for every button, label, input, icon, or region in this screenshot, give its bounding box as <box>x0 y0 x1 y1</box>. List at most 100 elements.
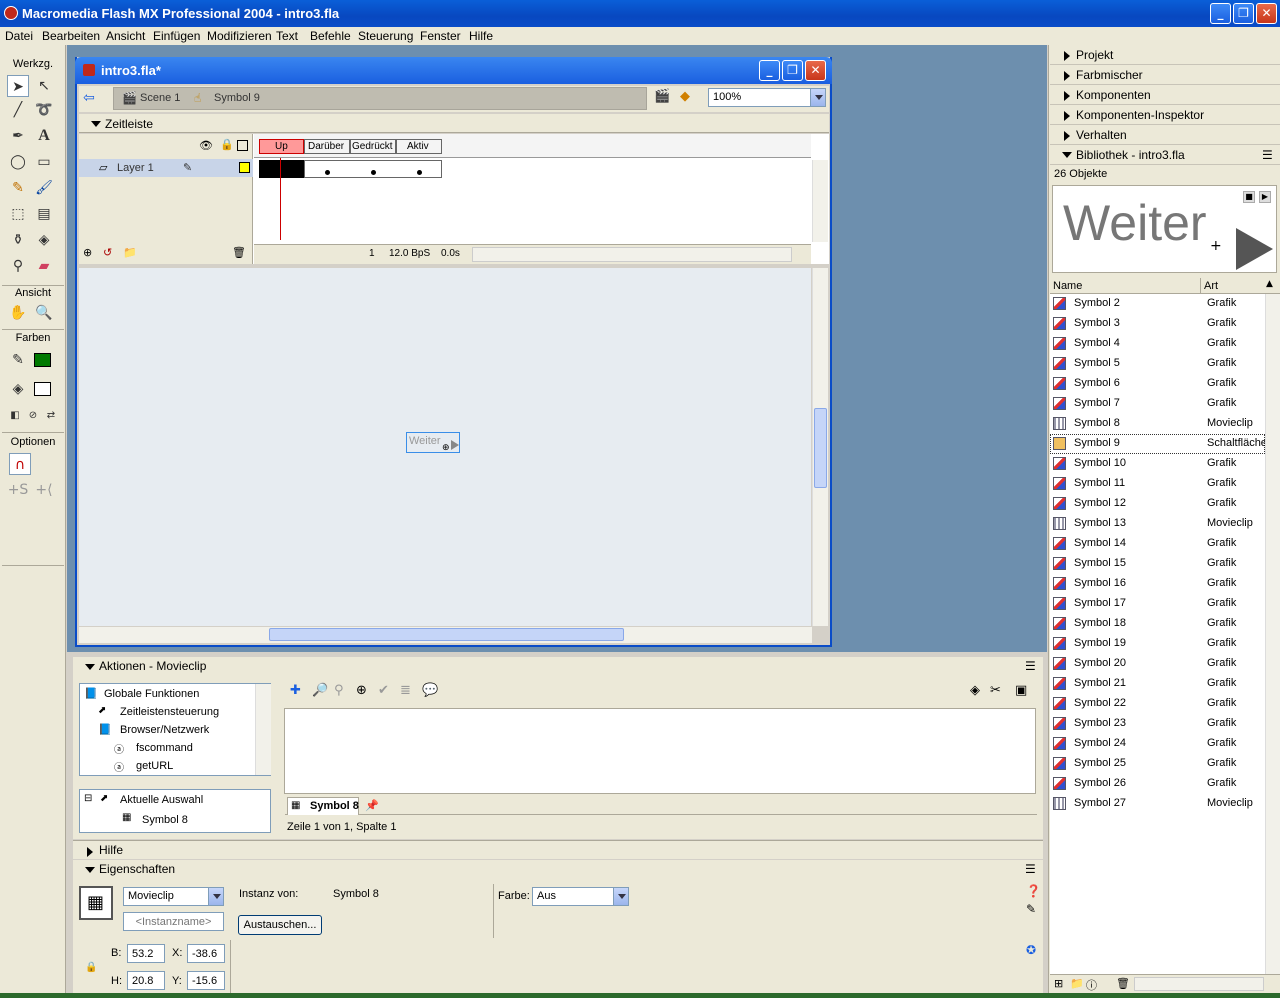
stage-vscroll[interactable] <box>812 268 828 626</box>
edit-symbols-icon[interactable]: ◆ <box>680 89 702 109</box>
frame-label-up[interactable]: Up <box>259 139 304 154</box>
frame-label-hit[interactable]: Aktiv <box>396 139 442 154</box>
new-folder-icon[interactable]: 📁 <box>1070 977 1084 990</box>
tree-item[interactable]: 📘 Globale Funktionen <box>84 686 254 703</box>
text-tool-icon[interactable]: A <box>33 125 55 147</box>
add-statement-icon[interactable]: ✚ <box>290 683 301 698</box>
swap-colors-icon[interactable]: ⇄ <box>40 405 62 427</box>
auto-format-icon[interactable]: ≣ <box>400 683 411 698</box>
collapse-icon[interactable]: ⊟ <box>84 793 92 804</box>
current-selection-label[interactable]: Aktuelle Auswahl <box>120 794 203 806</box>
minimize-button[interactable]: _ <box>1210 3 1231 24</box>
library-row[interactable]: Symbol 7 Grafik <box>1050 394 1265 414</box>
eraser-tool-icon[interactable]: ▰ <box>33 255 55 277</box>
library-hscroll[interactable] <box>1134 977 1264 991</box>
menu-einfuegen[interactable]: Einfügen <box>153 29 200 43</box>
add-layer-icon[interactable]: ⊕ <box>83 246 92 259</box>
library-row[interactable]: Symbol 17 Grafik <box>1050 594 1265 614</box>
library-row[interactable]: Symbol 23 Grafik <box>1050 714 1265 734</box>
timeline-header[interactable]: Zeitleiste <box>79 114 829 133</box>
eyedropper-tool-icon[interactable]: ⚲ <box>7 255 29 277</box>
swap-button[interactable]: Austauschen... <box>238 915 322 935</box>
smooth-icon[interactable]: +S <box>7 479 29 501</box>
menu-hilfe[interactable]: Hilfe <box>469 29 493 43</box>
panel-bibliothek[interactable]: Bibliothek - intro3.fla ☰ <box>1050 145 1280 165</box>
column-name[interactable]: Name <box>1053 280 1082 292</box>
actions-header[interactable]: Aktionen - Movieclip ☰ <box>73 657 1043 676</box>
layer-color-swatch[interactable] <box>239 162 250 173</box>
stage-hscroll[interactable] <box>79 627 812 643</box>
properties-header[interactable]: Eigenschaften ☰ <box>73 860 1043 879</box>
menu-befehle[interactable]: Befehle <box>310 29 351 43</box>
panel-menu-icon[interactable]: ☰ <box>1025 862 1036 876</box>
actions-tree-vscroll[interactable] <box>255 684 271 775</box>
tree-item[interactable]: ⬈ Zeitleistensteuerung <box>98 704 254 721</box>
library-row[interactable]: Symbol 4 Grafik <box>1050 334 1265 354</box>
zoom-tool-icon[interactable]: 🔍 <box>33 302 55 324</box>
library-row[interactable]: Symbol 22 Grafik <box>1050 694 1265 714</box>
tab-symbol-8[interactable]: ▦ Symbol 8 <box>287 797 359 815</box>
zoom-select[interactable]: 100% <box>708 88 826 107</box>
menu-bearbeiten[interactable]: Bearbeiten <box>42 29 100 43</box>
x-field[interactable] <box>187 944 225 963</box>
tree-item[interactable]: 📘 Browser/Netzwerk <box>98 722 254 739</box>
straighten-icon[interactable]: +⟨ <box>33 479 55 501</box>
library-row[interactable]: Symbol 25 Grafik <box>1050 754 1265 774</box>
rectangle-tool-icon[interactable]: ▭ <box>33 151 55 173</box>
menu-ansicht[interactable]: Ansicht <box>106 29 145 43</box>
panel-farbmischer[interactable]: Farbmischer <box>1050 65 1280 85</box>
lasso-tool-icon[interactable]: ➰ <box>33 99 55 121</box>
breadcrumb-symbol[interactable]: Symbol 9 <box>214 92 260 104</box>
library-row[interactable]: Symbol 11 Grafik <box>1050 474 1265 494</box>
replace-icon[interactable]: ⚲ <box>334 683 344 698</box>
height-field[interactable] <box>127 971 165 990</box>
library-row[interactable]: Symbol 15 Grafik <box>1050 554 1265 574</box>
library-row[interactable]: Symbol 19 Grafik <box>1050 634 1265 654</box>
stop-icon[interactable]: ■ <box>1243 191 1255 203</box>
oval-tool-icon[interactable]: ◯ <box>7 151 29 173</box>
library-row[interactable]: Symbol 10 Grafik <box>1050 454 1265 474</box>
edit-scene-icon[interactable]: 🎬 <box>654 89 676 109</box>
library-row[interactable]: Symbol 6 Grafik <box>1050 374 1265 394</box>
insert-target-path-icon[interactable]: ⊕ <box>356 683 367 698</box>
library-row[interactable]: Symbol 3 Grafik <box>1050 314 1265 334</box>
code-hint-icon[interactable]: 💬 <box>422 683 438 698</box>
hscroll-thumb[interactable] <box>269 628 624 641</box>
reference-icon[interactable]: ◈ <box>970 683 980 698</box>
stage-button-instance[interactable]: Weiter ⊕ <box>406 432 460 453</box>
panel-projekt[interactable]: Projekt <box>1050 45 1280 65</box>
panel-menu-icon[interactable]: ☰ <box>1025 659 1036 673</box>
pen-tool-icon[interactable]: ✒ <box>7 125 29 147</box>
library-row[interactable]: Symbol 21 Grafik <box>1050 674 1265 694</box>
current-selection-symbol[interactable]: Symbol 8 <box>142 814 188 826</box>
timeline-vscroll[interactable] <box>812 160 828 242</box>
library-row[interactable]: Symbol 8 Movieclip <box>1050 414 1265 434</box>
doc-close-button[interactable]: ✕ <box>805 60 826 81</box>
panel-menu-icon[interactable]: ☰ <box>1262 148 1273 162</box>
pencil-tool-icon[interactable]: ✎ <box>7 177 29 199</box>
symbol-type-select[interactable]: Movieclip <box>123 887 224 906</box>
layer-row[interactable]: ▱ Layer 1 ✎ <box>79 159 253 177</box>
doc-minimize-button[interactable]: _ <box>759 60 780 81</box>
eye-icon[interactable]: 👁 <box>199 139 213 152</box>
fill-transform-tool-icon[interactable]: ▤ <box>33 203 55 225</box>
library-row[interactable]: Symbol 2 Grafik <box>1050 294 1265 314</box>
frame-label-over[interactable]: Darüber <box>304 139 350 154</box>
constrain-lock-icon[interactable]: 🔒 <box>85 962 97 973</box>
keyframes-row[interactable] <box>304 160 442 178</box>
instance-name-field[interactable] <box>123 912 224 931</box>
fill-color-swatch[interactable] <box>34 353 51 367</box>
breadcrumb-scene[interactable]: Scene 1 <box>140 92 180 104</box>
stage[interactable]: Weiter ⊕ <box>79 268 811 626</box>
menu-steuerung[interactable]: Steuerung <box>358 29 413 43</box>
add-guide-layer-icon[interactable]: ↺ <box>103 246 112 259</box>
menu-fenster[interactable]: Fenster <box>420 29 461 43</box>
line-tool-icon[interactable]: ╱ <box>7 99 29 121</box>
timeline-hscroll[interactable] <box>472 247 792 262</box>
free-transform-tool-icon[interactable]: ⬚ <box>7 203 29 225</box>
panel-verhalten[interactable]: Verhalten <box>1050 125 1280 145</box>
color-effect-select[interactable]: Aus <box>532 887 629 906</box>
library-vscroll[interactable] <box>1265 294 1280 974</box>
playhead[interactable] <box>280 158 281 240</box>
paint-bucket-tool-icon[interactable]: ◈ <box>33 229 55 251</box>
